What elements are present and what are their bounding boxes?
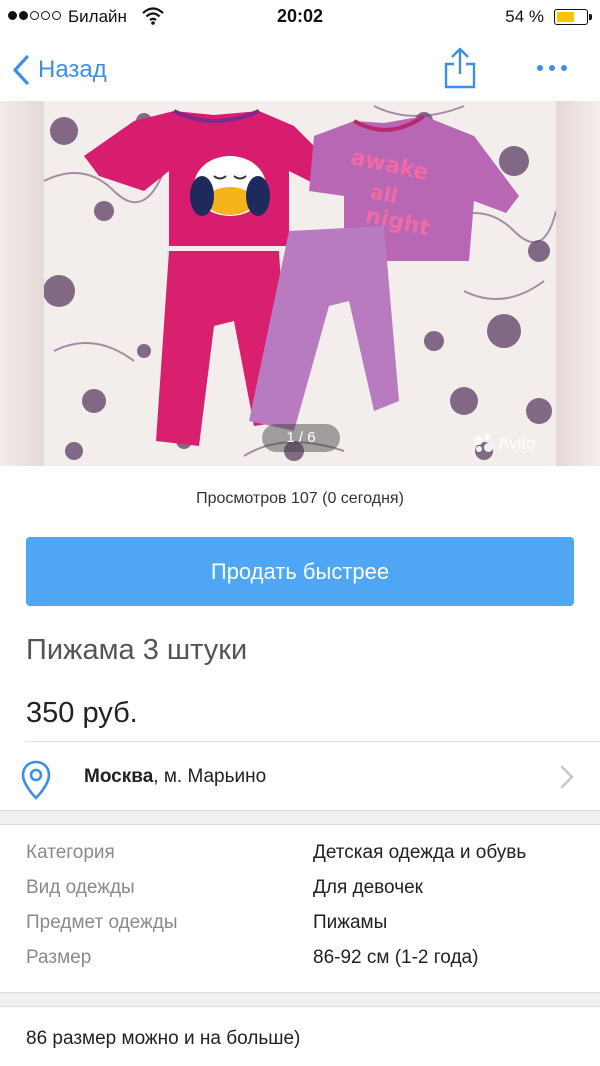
avito-watermark: Avito [474, 434, 536, 454]
photo-gallery[interactable]: awake all night [0, 101, 600, 466]
battery-icon [554, 9, 592, 25]
back-label: Назад [38, 56, 107, 83]
battery-percent: 54 % [505, 7, 544, 26]
sell-faster-button[interactable]: Продать быстрее [26, 537, 574, 606]
more-icon[interactable] [530, 54, 574, 82]
param-value: Для девочек [313, 877, 423, 898]
divider [0, 1006, 600, 1007]
next-photo-preview[interactable] [556, 101, 600, 466]
views-counter: Просмотров 107 (0 сегодня) [196, 490, 404, 507]
listing-title: Пижама 3 штуки [26, 634, 248, 666]
param-key: Предмет одежды [26, 912, 178, 933]
section-separator [0, 992, 600, 1006]
param-value: Пижамы [313, 912, 388, 933]
location-row[interactable]: Москва, м. Марьино [0, 742, 600, 810]
product-photo[interactable]: awake all night [44, 101, 556, 466]
avito-logo-icon [474, 434, 494, 454]
param-row: Размер 86-92 см (1-2 года) [0, 947, 600, 982]
param-value: 86-92 см (1-2 года) [313, 947, 479, 968]
param-key: Категория [26, 842, 115, 863]
location-city: Москва [84, 766, 154, 787]
param-row: Предмет одежды Пижамы [0, 912, 600, 947]
section-separator [0, 810, 600, 824]
previous-photo-preview[interactable] [0, 101, 44, 466]
avito-watermark-text: Avito [498, 434, 536, 453]
param-row: Категория Детская одежда и обувь [0, 842, 600, 877]
param-key: Вид одежды [26, 877, 135, 898]
divider [0, 810, 600, 811]
chevron-left-icon [13, 55, 29, 85]
navigation-bar: Назад [0, 40, 600, 100]
location-metro: , м. Марьино [153, 766, 267, 787]
status-bar: Билайн 20:02 54 % [0, 0, 600, 40]
divider [0, 824, 600, 825]
location-pin-icon [21, 760, 51, 800]
param-key: Размер [26, 947, 92, 968]
listing-price: 350 руб. [26, 697, 138, 729]
back-button[interactable]: Назад [12, 52, 107, 88]
location-text: Москва, м. Марьино [84, 766, 266, 788]
chevron-right-icon [560, 765, 574, 789]
param-row: Вид одежды Для девочек [0, 877, 600, 912]
share-icon[interactable] [440, 46, 480, 90]
divider [0, 992, 600, 993]
listing-description: 86 размер можно и на больше) [26, 1028, 301, 1049]
photo-counter: 1 / 6 [262, 424, 340, 452]
param-value: Детская одежда и обувь [313, 842, 527, 863]
